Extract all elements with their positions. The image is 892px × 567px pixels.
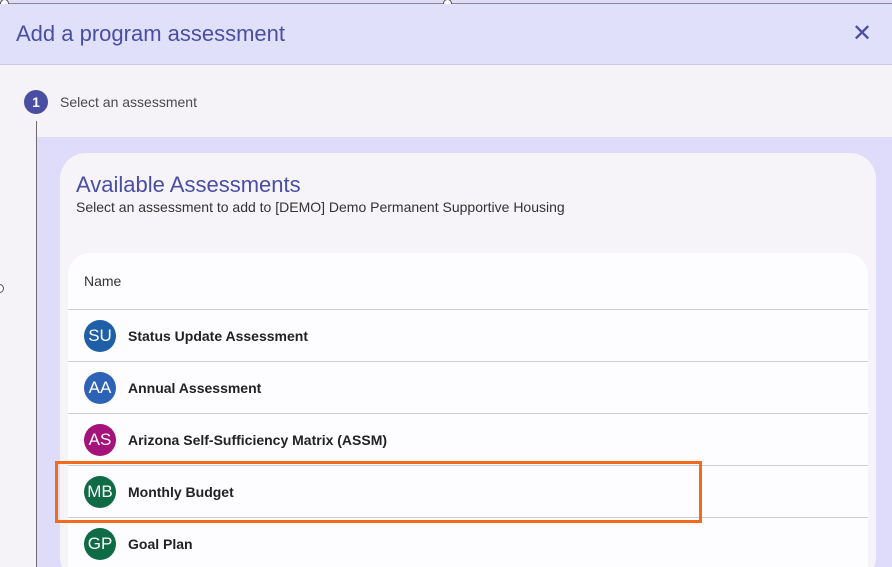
stepper-rail <box>0 137 36 567</box>
table-row[interactable]: GP Goal Plan <box>68 517 868 567</box>
row-label: Goal Plan <box>128 535 193 552</box>
avatar: AA <box>84 371 116 404</box>
table-row[interactable]: AA Annual Assessment <box>68 361 868 413</box>
table-row[interactable]: MB Monthly Budget <box>68 465 868 517</box>
dialog-title: Add a program assessment <box>16 21 286 46</box>
avatar: AS <box>84 423 116 456</box>
row-label: Status Update Assessment <box>128 327 308 344</box>
table-row[interactable]: AS Arizona Self-Sufficiency Matrix (ASSM… <box>68 413 868 465</box>
assessments-table: Name SU Status Update Assessment AA Annu… <box>68 253 868 567</box>
available-assessments-card: Available Assessments Select an assessme… <box>60 153 876 567</box>
dialog-header: Add a program assessment ✕ <box>0 4 892 65</box>
card-subtitle: Select an assessment to add to [DEMO] De… <box>76 199 565 215</box>
table-row[interactable]: SU Status Update Assessment <box>68 309 868 361</box>
avatar: SU <box>84 319 116 352</box>
card-title: Available Assessments <box>76 172 301 197</box>
stepper: 1 Select an assessment <box>0 65 892 137</box>
stepper-connector-line <box>36 121 37 567</box>
row-label: Monthly Budget <box>128 483 234 500</box>
row-label: Arizona Self-Sufficiency Matrix (ASSM) <box>128 431 388 448</box>
row-label: Annual Assessment <box>128 379 262 396</box>
avatar: MB <box>84 475 116 508</box>
step-number-badge: 1 <box>24 90 48 114</box>
dialog-window: Add a program assessment ✕ 1 Select an a… <box>0 0 892 567</box>
column-header-name: Name <box>84 273 122 289</box>
avatar: GP <box>84 527 116 560</box>
step-label: Select an assessment <box>60 94 197 110</box>
close-icon[interactable]: ✕ <box>850 22 874 46</box>
